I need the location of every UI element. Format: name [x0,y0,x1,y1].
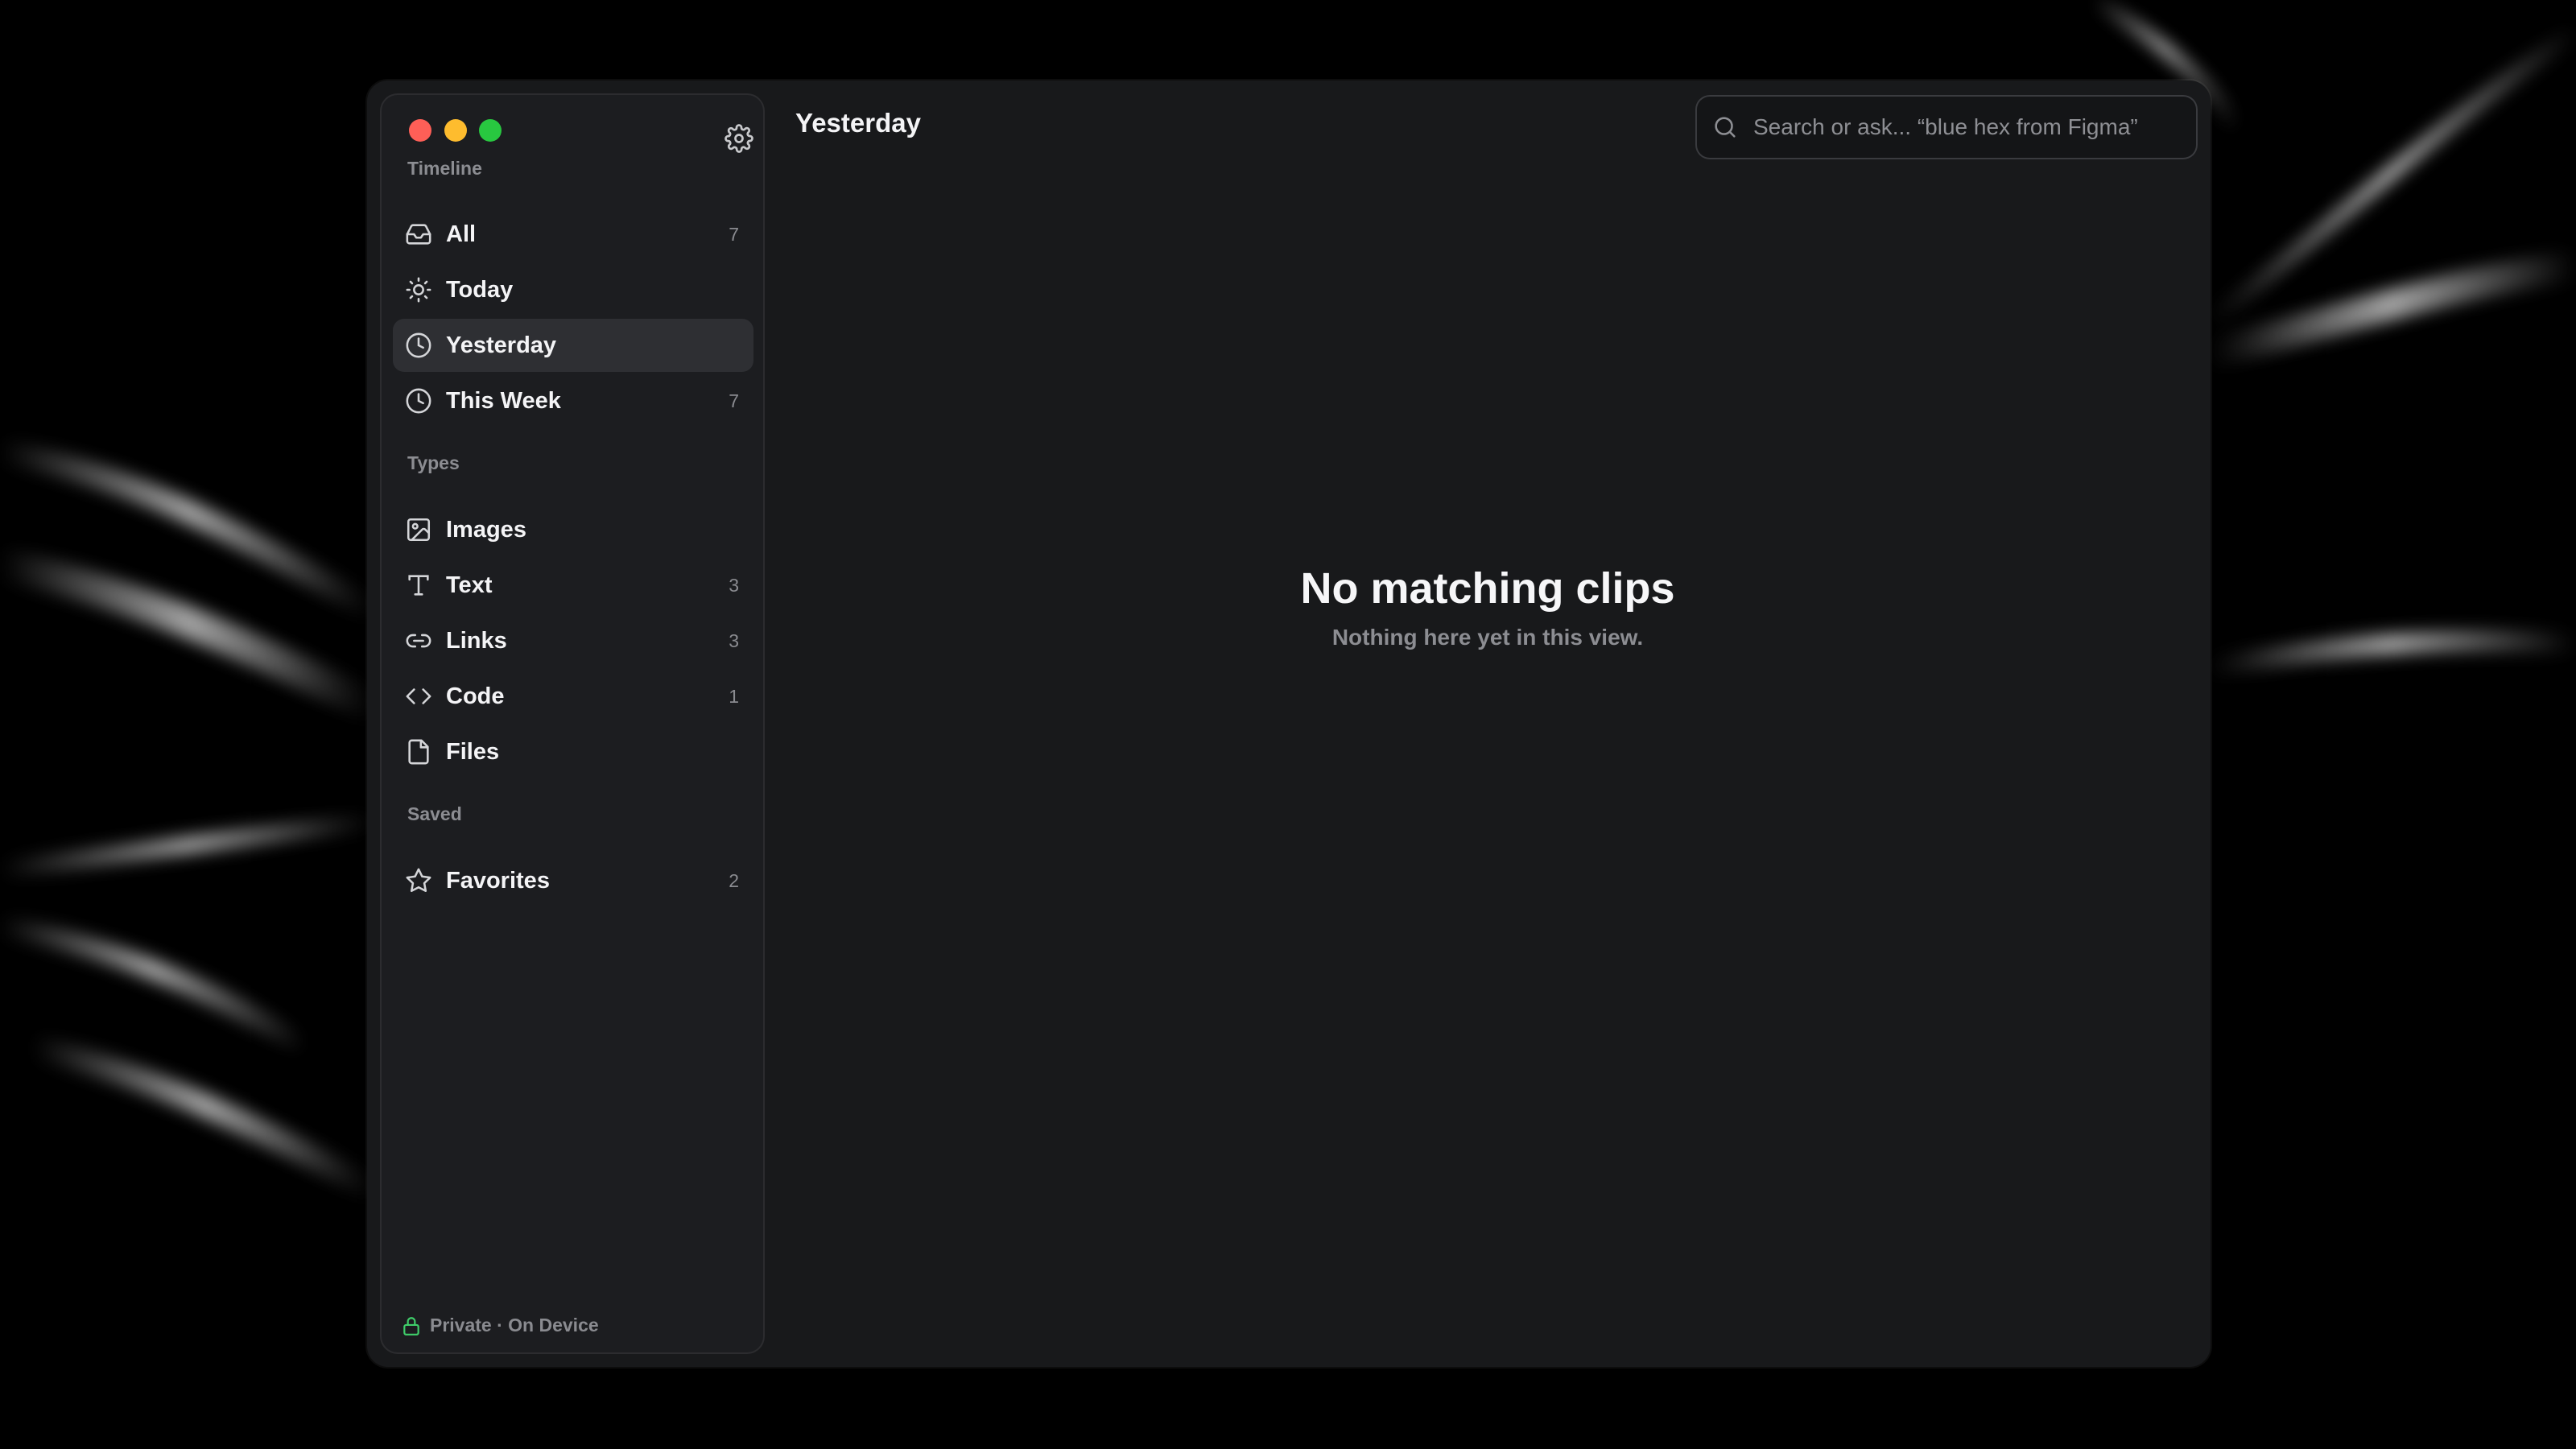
item-count: 7 [729,390,739,411]
app-window: Timeline All 7 Today Yesterday This Week… [367,80,2211,1367]
star-icon [404,866,433,895]
link-icon [404,626,433,655]
file-icon [404,737,433,766]
sidebar-item-label: Files [446,738,500,765]
text-icon [404,571,433,600]
sidebar-item-all[interactable]: All 7 [393,208,753,261]
sidebar-item-this-week[interactable]: This Week 7 [393,374,753,427]
sidebar-item-label: Text [446,572,493,598]
sidebar-item-text[interactable]: Text 3 [393,559,753,612]
section-label-types: Types [407,452,460,473]
lock-icon [401,1315,422,1336]
sidebar-item-links[interactable]: Links 3 [393,614,753,667]
item-count: 3 [729,574,739,596]
image-icon [404,515,433,544]
search-icon [1711,114,1739,141]
page-title: Yesterday [795,108,921,138]
search-input[interactable] [1752,114,2182,141]
sidebar-item-label: This Week [446,387,561,414]
sun-icon [404,275,433,304]
sidebar-item-favorites[interactable]: Favorites 2 [393,854,753,907]
item-count: 2 [729,869,739,891]
gear-icon[interactable] [724,124,753,153]
empty-state-title: No matching clips [1300,564,1675,613]
privacy-status: Private · On Device [401,1315,599,1336]
minimize-window-button[interactable] [444,119,467,142]
inbox-icon [404,220,433,249]
sidebar-item-label: Today [446,276,514,303]
sidebar-item-images[interactable]: Images [393,503,753,556]
sidebar-item-label: Images [446,516,526,543]
empty-state-subtitle: Nothing here yet in this view. [1331,625,1644,650]
search-bar[interactable] [1695,95,2198,159]
maximize-window-button[interactable] [479,119,502,142]
sidebar-item-label: Favorites [446,867,550,894]
sidebar-item-yesterday[interactable]: Yesterday [393,319,753,372]
sidebar-item-today[interactable]: Today [393,263,753,316]
code-icon [404,682,433,711]
close-window-button[interactable] [409,119,431,142]
sidebar-item-files[interactable]: Files [393,725,753,778]
section-label-saved: Saved [407,803,462,824]
empty-state: No matching clips Nothing here yet in th… [765,564,2211,650]
clock-icon [404,331,433,360]
item-count: 3 [729,630,739,651]
item-count: 7 [729,223,739,245]
sidebar-item-label: All [446,221,477,247]
sidebar: Timeline All 7 Today Yesterday This Week… [380,93,765,1354]
item-count: 1 [729,685,739,707]
clock-icon [404,386,433,415]
sidebar-item-code[interactable]: Code 1 [393,670,753,723]
section-label-timeline: Timeline [407,158,482,179]
privacy-status-label: Private · On Device [430,1315,599,1335]
sidebar-item-label: Links [446,627,507,654]
sidebar-item-label: Yesterday [446,332,557,358]
sidebar-item-label: Code [446,683,505,709]
